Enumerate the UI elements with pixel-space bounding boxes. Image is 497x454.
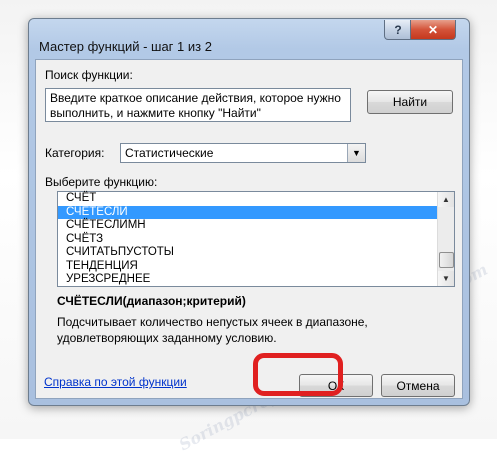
- ok-button[interactable]: ОК: [299, 374, 373, 397]
- function-listbox[interactable]: СЧЁТ СЧЁТЕСЛИ СЧЁТЕСЛИМН СЧЁТЗ СЧИТАТЬПУСТОТ…: [57, 191, 455, 287]
- list-item[interactable]: СЧЁТ: [58, 192, 438, 206]
- find-button[interactable]: Найти: [367, 90, 453, 114]
- scroll-up-icon[interactable]: ▲: [438, 192, 454, 207]
- list-item[interactable]: ТЕНДЕНЦИЯ: [58, 260, 438, 274]
- close-icon[interactable]: ✕: [410, 20, 456, 40]
- title-bar[interactable]: Мастер функций - шаг 1 из 2 ? ✕: [29, 19, 469, 54]
- window-title: Мастер функций - шаг 1 из 2: [39, 39, 212, 54]
- chevron-down-icon[interactable]: ▼: [347, 144, 365, 162]
- list-item[interactable]: СЧЁТЕСЛИМН: [58, 219, 438, 233]
- category-select[interactable]: Статистические ▼: [120, 143, 366, 163]
- vertical-scrollbar[interactable]: ▲ ▼: [437, 192, 454, 286]
- function-list-label: Выберите функцию:: [45, 175, 158, 189]
- search-label: Поиск функции:: [45, 68, 133, 82]
- function-description: Подсчитывает количество непустых ячеек в…: [57, 315, 368, 345]
- category-label: Категория:: [45, 146, 105, 160]
- dialog-body: Поиск функции: Введите краткое описание …: [35, 59, 463, 399]
- function-wizard-dialog: Мастер функций - шаг 1 из 2 ? ✕ Поиск фу…: [28, 18, 470, 406]
- list-item[interactable]: СЧИТАТЬПУСТОТЫ: [58, 246, 438, 260]
- category-value: Статистические: [125, 146, 214, 160]
- function-signature: СЧЁТЕСЛИ(диапазон;критерий): [57, 294, 246, 308]
- scroll-down-icon[interactable]: ▼: [438, 271, 454, 286]
- search-input[interactable]: Введите краткое описание действия, котор…: [45, 88, 351, 122]
- list-item[interactable]: УРЕЗСРЕДНЕЕ: [58, 273, 438, 287]
- list-item[interactable]: СЧЁТЗ: [58, 233, 438, 247]
- scroll-thumb[interactable]: [439, 252, 454, 268]
- cancel-button[interactable]: Отмена: [381, 374, 455, 397]
- help-link[interactable]: Справка по этой функции: [44, 375, 187, 389]
- function-list-items: СЧЁТ СЧЁТЕСЛИ СЧЁТЕСЛИМН СЧЁТЗ СЧИТАТЬПУСТОТ…: [58, 192, 438, 287]
- help-icon[interactable]: ?: [384, 20, 412, 40]
- list-item[interactable]: СЧЁТЕСЛИ: [58, 205, 438, 219]
